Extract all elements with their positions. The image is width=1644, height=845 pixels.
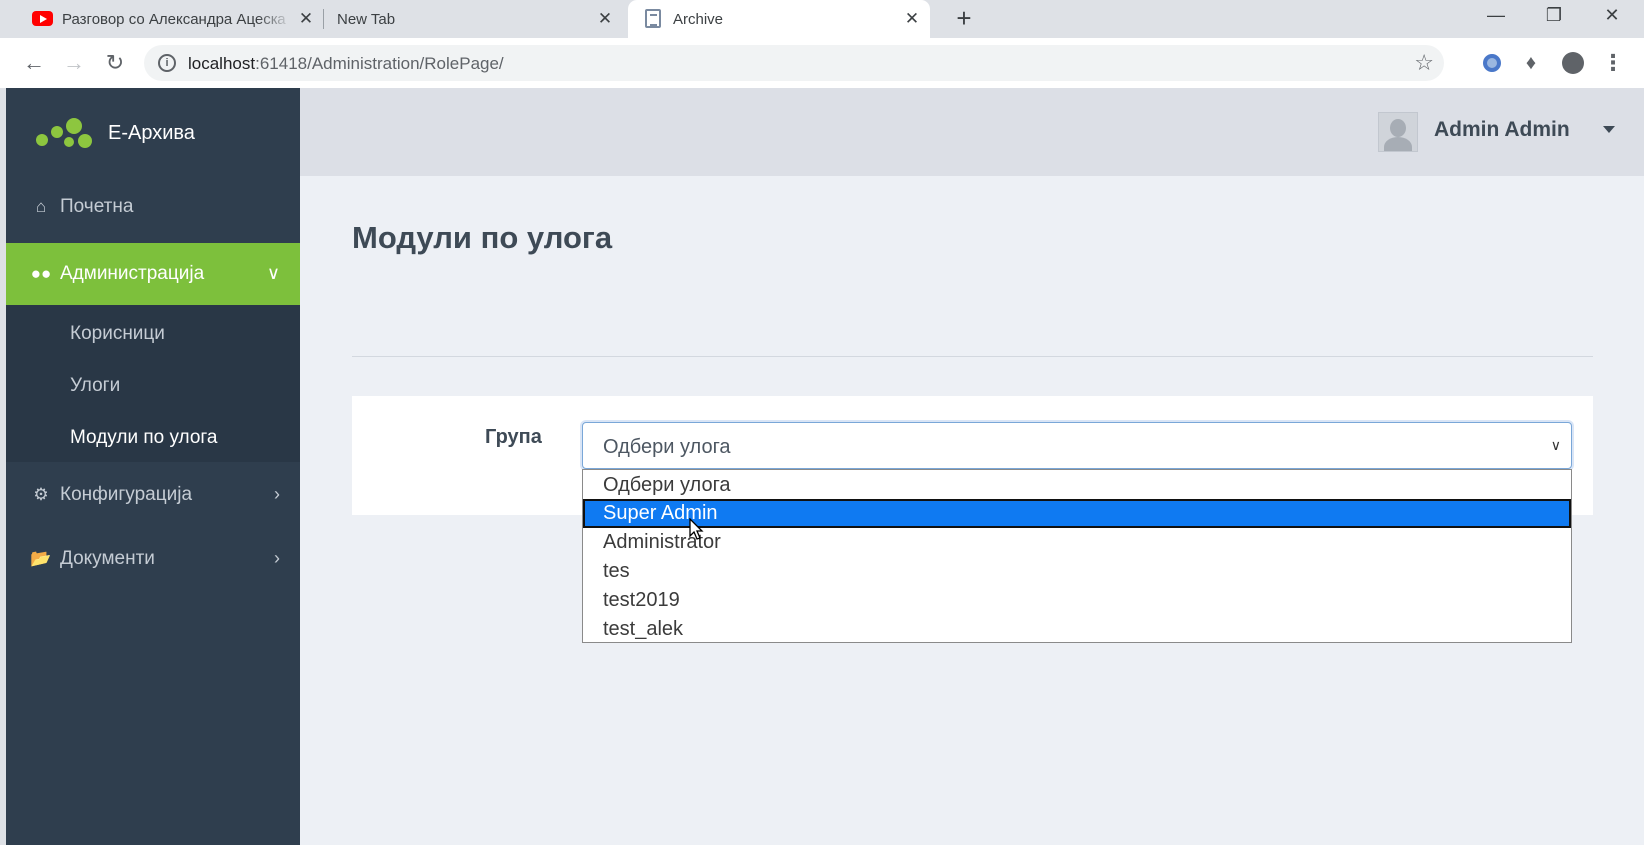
group-label: Група (485, 426, 542, 448)
mouse-cursor-icon (689, 518, 704, 540)
browser-tab-new-tab[interactable]: New Tab ✕ (323, 0, 623, 38)
browser-toolbar: ← → ↻ i localhost:61418/Administration/R… (0, 38, 1644, 88)
minimize-window-button[interactable]: — (1468, 0, 1524, 32)
sidebar-item-documents[interactable]: 📂 Документи › (6, 528, 300, 590)
dropdown-option[interactable]: Administrator (583, 528, 1571, 557)
caret-down-icon[interactable] (1603, 126, 1615, 133)
avatar[interactable] (1378, 112, 1418, 152)
reload-icon[interactable]: ↻ (101, 50, 129, 78)
document-icon (645, 9, 661, 28)
close-window-button[interactable]: ✕ (1584, 0, 1640, 32)
browser-tab-archive[interactable]: Archive ✕ (628, 0, 930, 38)
folder-open-icon: 📂 (30, 549, 52, 568)
role-select[interactable]: Одбери улога ∨ (582, 422, 1572, 469)
restore-window-button[interactable]: ❐ (1526, 0, 1582, 32)
sidebar-item-label: Документи (60, 548, 155, 569)
browser-tab-youtube[interactable]: Разговор со Александра Ацескa ✕ (24, 0, 324, 38)
close-tab-icon[interactable]: ✕ (296, 9, 316, 29)
profile-icon[interactable] (1560, 50, 1586, 76)
bookmark-star-icon[interactable]: ☆ (1414, 50, 1434, 76)
extensions-puzzle-icon[interactable]: ♦ (1518, 50, 1544, 76)
sidebar-item-label: Почетна (60, 196, 134, 217)
url-path: :61418/Administration/RolePage/ (255, 54, 504, 73)
home-icon: ⌂ (35, 197, 47, 216)
forward-arrow-icon[interactable]: → (60, 50, 88, 78)
tab-title: New Tab (337, 10, 396, 28)
dropdown-option[interactable]: test2019 (583, 586, 1571, 615)
sidebar-item-administration[interactable]: ●● Администрација ∨ (6, 243, 300, 305)
chevron-right-icon: › (274, 548, 280, 568)
sidebar-submenu: Корисници Улоги Модули по улога (6, 305, 300, 462)
close-tab-icon[interactable]: ✕ (902, 9, 922, 29)
url-host: localhost (188, 54, 256, 73)
dropdown-option[interactable]: test_alek (583, 615, 1571, 644)
browser-menu-icon[interactable]: ⋮ (1600, 50, 1626, 76)
page-title: Модули по улога (352, 220, 613, 255)
cogs-icon: ⚙ (33, 485, 49, 504)
back-arrow-icon[interactable]: ← (20, 50, 48, 78)
tab-title: Разговор со Александра Ацескa (62, 10, 286, 28)
sidebar-item-home[interactable]: ⌂ Почетна (6, 176, 300, 238)
sidebar-item-configuration[interactable]: ⚙ Конфигурација › (6, 464, 300, 526)
user-name[interactable]: Admin Admin (1434, 118, 1570, 142)
dropdown-option-highlighted[interactable]: Super Admin (583, 499, 1571, 528)
app-root: Е-Архива ⌂ Почетна ●● Администрација ∨ К… (6, 88, 1644, 845)
chevron-right-icon: › (274, 484, 280, 504)
role-select-value: Одбери улога (603, 436, 731, 458)
youtube-icon (32, 11, 53, 26)
brand-name: Е-Архива (108, 122, 195, 144)
sidebar-item-label: Конфигурација (60, 484, 193, 505)
extension-icon[interactable] (1479, 50, 1505, 76)
sidebar-subitem-modules-by-role[interactable]: Модули по улога (70, 427, 218, 449)
sidebar-subitem-users[interactable]: Корисници (70, 323, 165, 345)
sidebar-item-label: Администрација (60, 263, 205, 284)
chevron-down-icon: ∨ (266, 263, 280, 283)
sidebar-subitem-roles[interactable]: Улоги (70, 375, 120, 397)
new-tab-button[interactable]: + (951, 5, 977, 32)
sidebar: Е-Архива ⌂ Почетна ●● Администрација ∨ К… (6, 88, 300, 845)
top-header: Admin Admin (300, 88, 1644, 176)
divider (352, 356, 1593, 357)
tab-title: Archive (673, 10, 724, 28)
logo-dots-icon (36, 118, 96, 150)
users-icon: ●● (30, 264, 52, 283)
close-tab-icon[interactable]: ✕ (595, 9, 615, 29)
role-dropdown-list: Одбери улога Super Admin Administrator t… (582, 469, 1572, 643)
url-text[interactable]: localhost:61418/Administration/RolePage/ (188, 54, 504, 74)
dropdown-option[interactable]: tes (583, 557, 1571, 586)
dropdown-option[interactable]: Одбери улога (583, 471, 1571, 500)
info-icon[interactable]: i (158, 54, 176, 72)
brand[interactable]: Е-Архива (6, 88, 300, 176)
chevron-down-icon: ∨ (1550, 437, 1561, 453)
browser-tab-strip: Разговор со Александра Ацескa ✕ New Tab … (0, 0, 1644, 38)
address-bar[interactable]: i localhost:61418/Administration/RolePag… (144, 45, 1444, 81)
